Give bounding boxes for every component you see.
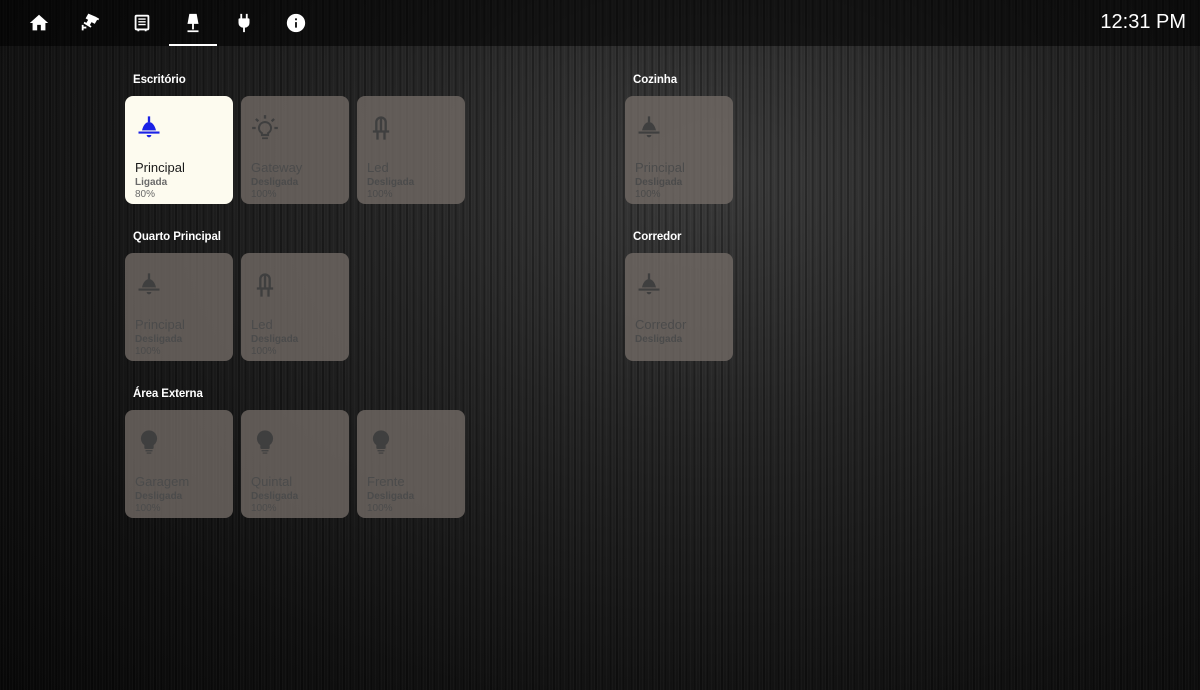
tile-brightness: 100% xyxy=(251,346,277,357)
tile-name: Led xyxy=(367,160,389,175)
cctv-camera-icon xyxy=(81,13,100,31)
group-title-corredor: Corredor xyxy=(633,231,682,243)
tile-name: Led xyxy=(251,317,273,332)
home-icon xyxy=(29,14,49,31)
lightbulb-icon xyxy=(372,430,390,454)
clock: 12:31 PM xyxy=(1100,11,1186,33)
light-tile-escritorio-gateway[interactable]: Gateway Desligada 100% xyxy=(241,96,349,204)
group-title-cozinha: Cozinha xyxy=(633,74,678,86)
tile-name: Corredor xyxy=(635,317,687,332)
floor-lamp-icon xyxy=(187,13,199,33)
light-tile-quarto-led[interactable]: Led Desligada 100% xyxy=(241,253,349,361)
tab-home[interactable] xyxy=(15,0,63,46)
group-title-escritorio: Escritório xyxy=(133,74,186,86)
light-tile-cozinha-principal[interactable]: Principal Desligada 100% xyxy=(625,96,733,204)
light-tile-escritorio-principal[interactable]: Principal Ligada 80% xyxy=(125,96,233,204)
power-plug-icon xyxy=(238,13,250,33)
group-title-quarto-principal: Quarto Principal xyxy=(133,231,221,243)
tile-name: Frente xyxy=(367,474,405,489)
tile-brightness: 100% xyxy=(367,503,393,514)
tile-name: Principal xyxy=(135,317,185,332)
tile-brightness: 100% xyxy=(251,189,277,200)
radiator-heater-icon xyxy=(134,14,150,32)
tab-power[interactable] xyxy=(220,0,268,46)
lightbulb-icon xyxy=(140,430,158,454)
tile-state: Desligada xyxy=(251,491,299,502)
tile-name: Gateway xyxy=(251,160,303,175)
tile-state: Desligada xyxy=(135,491,183,502)
light-tile-externa-frente[interactable]: Frente Desligada 100% xyxy=(357,410,465,518)
led-icon xyxy=(256,273,274,297)
tile-state: Desligada xyxy=(635,334,683,345)
light-tile-externa-quintal[interactable]: Quintal Desligada 100% xyxy=(241,410,349,518)
lightbulb-rays-icon xyxy=(252,115,278,140)
tile-name: Quintal xyxy=(251,474,293,489)
lightbulb-icon xyxy=(256,430,274,454)
tab-info[interactable] xyxy=(272,0,320,46)
info-icon xyxy=(286,13,306,33)
tile-brightness: 80% xyxy=(135,189,156,200)
tile-brightness: 100% xyxy=(135,503,161,514)
tile-state: Desligada xyxy=(635,177,683,188)
light-tile-escritorio-led[interactable]: Led Desligada 100% xyxy=(357,96,465,204)
light-tile-corredor[interactable]: Corredor Desligada xyxy=(625,253,733,361)
tile-state: Desligada xyxy=(251,334,299,345)
ceiling-light-icon xyxy=(638,273,660,295)
ceiling-light-icon xyxy=(638,116,660,138)
tab-climate[interactable] xyxy=(118,0,166,46)
tile-brightness: 100% xyxy=(135,346,161,357)
tab-lights[interactable] xyxy=(169,0,217,46)
tile-state: Desligada xyxy=(135,334,183,345)
group-title-area-externa: Área Externa xyxy=(133,388,203,400)
led-icon xyxy=(372,116,390,140)
ceiling-light-icon xyxy=(138,116,160,138)
ceiling-light-icon xyxy=(138,273,160,295)
top-toolbar: 12:31 PM xyxy=(0,0,1200,46)
tile-brightness: 100% xyxy=(251,503,277,514)
tile-state: Desligada xyxy=(367,177,415,188)
tile-state: Desligada xyxy=(251,177,299,188)
tile-brightness: 100% xyxy=(635,189,661,200)
tile-name: Principal xyxy=(135,160,185,175)
light-tile-externa-garagem[interactable]: Garagem Desligada 100% xyxy=(125,410,233,518)
tile-name: Garagem xyxy=(135,474,190,489)
tile-brightness: 100% xyxy=(367,189,393,200)
tile-state: Desligada xyxy=(367,491,415,502)
tile-name: Principal xyxy=(635,160,685,175)
tile-state: Ligada xyxy=(135,177,168,188)
light-tile-quarto-principal[interactable]: Principal Desligada 100% xyxy=(125,253,233,361)
tab-cameras[interactable] xyxy=(66,0,114,46)
